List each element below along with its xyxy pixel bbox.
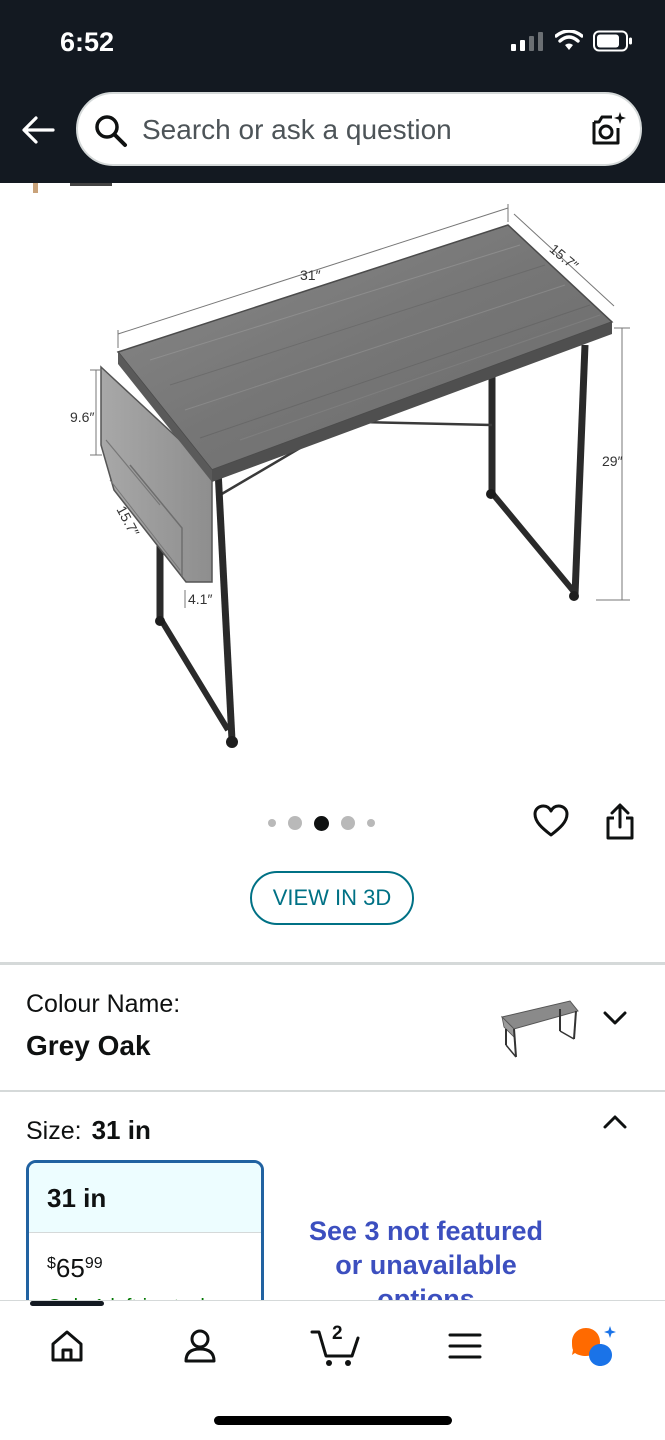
account-icon — [184, 1329, 216, 1363]
price-fraction: 99 — [84, 1255, 103, 1272]
chevron-up-icon[interactable] — [601, 1110, 629, 1134]
search-box[interactable] — [76, 92, 642, 166]
carousel-dot[interactable] — [341, 816, 355, 830]
carousel-dot[interactable] — [268, 819, 276, 827]
menu-icon — [448, 1333, 482, 1359]
price-whole: 65 — [55, 1253, 85, 1283]
signal-icon — [511, 32, 543, 51]
search-icon — [95, 115, 127, 147]
colour-label: Colour Name: — [26, 990, 181, 1018]
section-divider — [0, 1090, 665, 1092]
see-more-options-link[interactable]: See 3 not featured or unavailable option… — [296, 1214, 556, 1300]
dimension-height-label: 29″ — [602, 453, 623, 469]
carousel-dots[interactable] — [268, 812, 375, 834]
camera-search-icon[interactable] — [588, 110, 628, 150]
nav-account[interactable] — [175, 1321, 225, 1371]
size-label: Size: — [26, 1117, 82, 1145]
home-icon — [51, 1330, 83, 1362]
dimension-width-label: 31″ — [300, 267, 321, 283]
nav-home[interactable] — [42, 1321, 92, 1371]
chevron-down-icon[interactable] — [601, 1006, 629, 1030]
view-in-3d-button[interactable]: VIEW IN 3D — [250, 871, 414, 925]
wifi-icon — [555, 30, 583, 50]
status-time: 6:52 — [60, 27, 115, 57]
carousel-dot[interactable] — [288, 816, 302, 830]
nav-menu[interactable] — [440, 1321, 490, 1371]
back-arrow-icon — [22, 116, 55, 144]
carousel-dot-active[interactable] — [314, 815, 329, 831]
battery-icon — [593, 30, 632, 52]
product-image[interactable]: 31″ 15.7″ 9.6″ 29″ 15.7″ 4.1″ — [0, 183, 665, 793]
size-option-name: 31 in — [29, 1163, 261, 1233]
size-option-price: $6599 — [29, 1233, 261, 1284]
section-divider — [0, 962, 665, 965]
dimension-bag-width-label: 4.1″ — [188, 591, 213, 607]
back-button[interactable] — [18, 110, 58, 150]
search-input[interactable] — [142, 108, 562, 152]
dimension-bag-height-label: 9.6″ — [70, 409, 95, 425]
search-row — [0, 92, 665, 168]
rufus-icon — [572, 1326, 616, 1366]
carousel-dot[interactable] — [367, 819, 375, 827]
size-value: 31 in — [91, 1115, 151, 1145]
share-icon[interactable] — [604, 803, 636, 841]
home-indicator — [214, 1416, 452, 1425]
size-line[interactable]: Size: 31 in — [26, 1115, 151, 1146]
top-header: 6:52 — [0, 0, 665, 183]
wishlist-heart-icon[interactable] — [532, 803, 570, 839]
colour-value: Grey Oak — [26, 1030, 151, 1061]
cart-count-badge: 2 — [332, 1323, 343, 1344]
price-symbol: $ — [47, 1255, 56, 1272]
nav-cart[interactable]: 2 — [306, 1321, 366, 1371]
active-tab-indicator — [30, 1301, 104, 1306]
desk-illustration — [33, 183, 630, 748]
status-icons — [511, 30, 633, 52]
nav-rufus[interactable] — [570, 1321, 620, 1371]
colour-thumbnail — [501, 1000, 579, 1058]
